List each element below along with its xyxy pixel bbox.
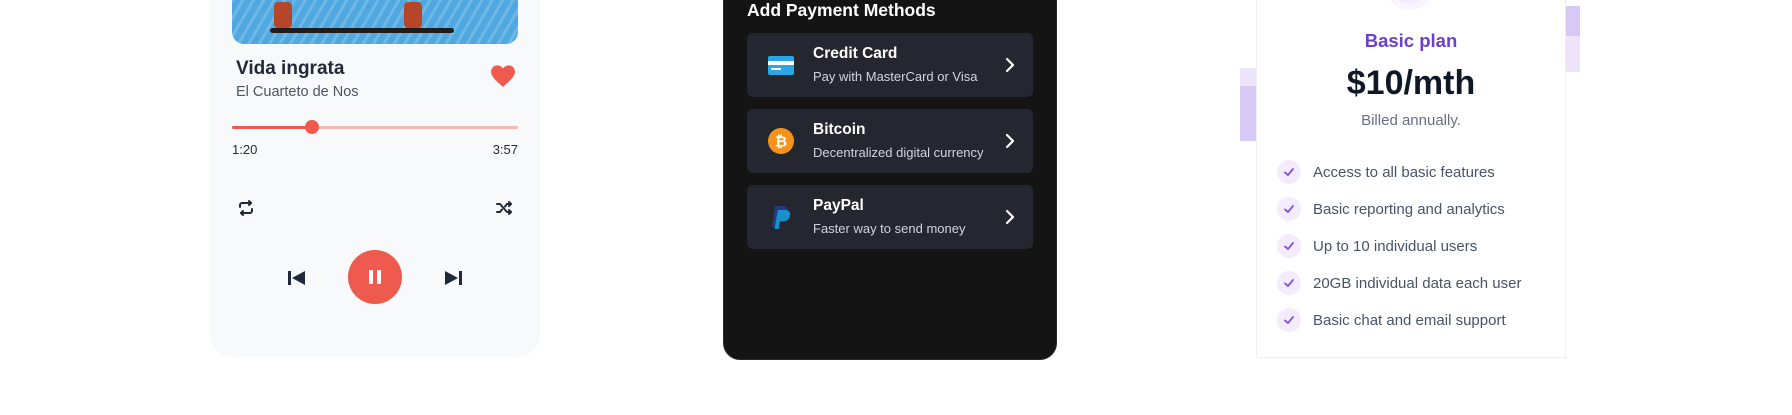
feature-text: Access to all basic features	[1313, 163, 1495, 181]
progress-fill	[232, 126, 313, 129]
chevron-right-icon	[1005, 133, 1015, 149]
progress-slider[interactable]	[232, 120, 518, 134]
billing-period: Billed annually.	[1361, 112, 1461, 129]
paypal-icon	[767, 203, 795, 231]
album-art-figure-left	[274, 2, 292, 28]
payment-method-credit-card[interactable]: Credit Card Pay with MasterCard or Visa	[747, 33, 1033, 97]
check-icon	[1277, 271, 1301, 295]
shuffle-icon[interactable]	[494, 198, 514, 218]
feature-text: 20GB individual data each user	[1313, 274, 1522, 292]
payment-method-subtitle: Decentralized digital currency	[813, 145, 984, 160]
page-title: Add Payment Methods	[747, 0, 936, 20]
album-art-figure-right	[404, 2, 422, 28]
pricing-card: Basic plan $10/mth Billed annually. Acce…	[1256, 0, 1566, 358]
plan-icon	[1391, 0, 1429, 4]
payment-method-label: PayPal	[813, 197, 864, 214]
next-track-icon[interactable]	[442, 269, 464, 287]
music-player-card: Vida ingrata El Cuarteto de Nos 1:20 3:5…	[210, 0, 540, 357]
payment-methods-screen: Add Payment Methods Credit Card Pay with…	[724, 0, 1056, 359]
feature-item: Access to all basic features	[1277, 160, 1495, 184]
check-icon	[1277, 160, 1301, 184]
payment-method-subtitle: Pay with MasterCard or Visa	[813, 69, 978, 84]
chevron-right-icon	[1005, 209, 1015, 225]
pause-icon	[369, 270, 381, 284]
chevron-right-icon	[1005, 57, 1015, 73]
payment-method-bitcoin[interactable]: ₿ Bitcoin Decentralized digital currency	[747, 109, 1033, 173]
pause-button[interactable]	[348, 250, 402, 304]
credit-card-icon	[767, 51, 795, 79]
progress-thumb[interactable]	[305, 120, 320, 134]
svg-text:₿: ₿	[775, 133, 787, 151]
feature-item: Up to 10 individual users	[1277, 234, 1477, 258]
plan-name: Basic plan	[1364, 30, 1458, 51]
check-icon	[1277, 308, 1301, 332]
plan-price: $10/mth	[1346, 64, 1476, 102]
check-icon	[1277, 234, 1301, 258]
song-title: Vida ingrata	[236, 58, 345, 79]
bitcoin-icon: ₿	[767, 127, 795, 155]
repeat-icon[interactable]	[236, 198, 256, 218]
feature-text: Basic reporting and analytics	[1313, 200, 1505, 218]
payment-method-paypal[interactable]: PayPal Faster way to send money	[747, 185, 1033, 249]
total-time: 3:57	[492, 142, 518, 157]
payment-method-label: Bitcoin	[813, 121, 866, 138]
album-art	[232, 0, 518, 44]
payment-method-subtitle: Faster way to send money	[813, 221, 966, 236]
album-art-board	[270, 28, 454, 33]
heart-icon[interactable]	[490, 64, 516, 88]
feature-item: Basic chat and email support	[1277, 308, 1506, 332]
song-artist: El Cuarteto de Nos	[236, 84, 359, 100]
feature-text: Basic chat and email support	[1313, 311, 1506, 329]
feature-text: Up to 10 individual users	[1313, 237, 1478, 255]
previous-track-icon[interactable]	[286, 269, 308, 287]
feature-item: 20GB individual data each user	[1277, 271, 1521, 295]
payment-method-label: Credit Card	[813, 45, 898, 62]
elapsed-time: 1:20	[232, 142, 258, 157]
feature-item: Basic reporting and analytics	[1277, 197, 1505, 221]
check-icon	[1277, 197, 1301, 221]
